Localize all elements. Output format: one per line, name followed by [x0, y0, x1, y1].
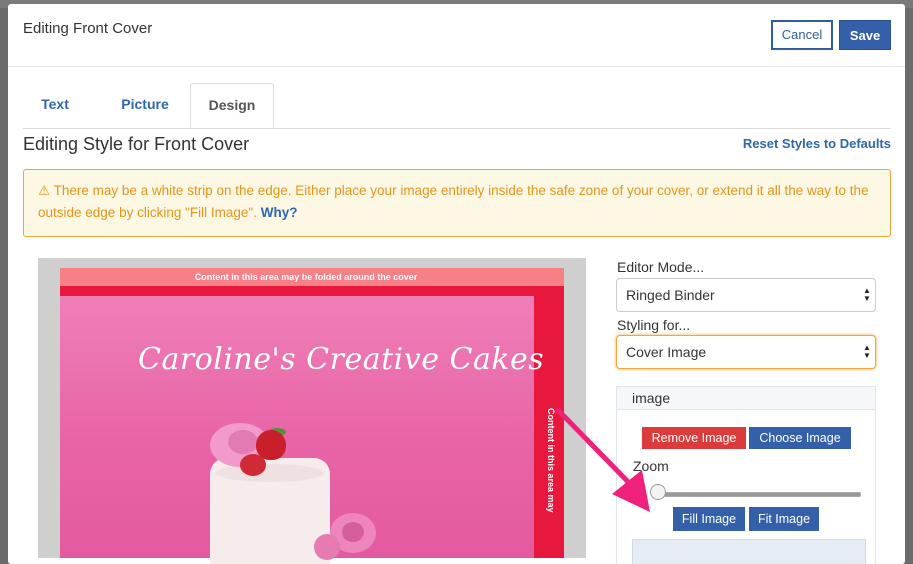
strawberry-decoration	[240, 454, 266, 476]
cover-title: Caroline's Creative Cakes	[138, 342, 545, 377]
styling-for-label: Styling for...	[617, 317, 691, 333]
edit-cover-modal: Editing Front Cover Cancel Save Text Pic…	[8, 4, 905, 564]
tab-design[interactable]: Design	[190, 83, 274, 128]
image-panel-heading: image	[617, 387, 875, 410]
warning-alert: ⚠ There may be a white strip on the edge…	[23, 169, 891, 237]
rose-decoration	[314, 534, 340, 560]
choose-image-button[interactable]: Choose Image	[749, 427, 851, 449]
fit-image-button[interactable]: Fit Image	[749, 507, 819, 531]
rose-center	[228, 430, 258, 454]
zoom-label: Zoom	[633, 458, 669, 474]
warning-triangle-icon: ⚠	[38, 183, 51, 198]
image-panel-subsection	[632, 539, 866, 564]
editor-mode-label: Editor Mode...	[617, 259, 705, 275]
select-caret-icon: ▲ ▼	[863, 286, 871, 303]
fold-top-text: Content in this area may be folded aroun…	[194, 272, 418, 282]
modal-title: Editing Front Cover	[23, 20, 153, 37]
rose-center	[342, 522, 364, 542]
fill-image-button[interactable]: Fill Image	[673, 507, 745, 531]
styling-for-select[interactable]: Cover Image ▲ ▼	[616, 335, 876, 369]
styling-for-value: Cover Image	[626, 344, 707, 360]
image-panel: image Remove Image Choose Image Zoom Fil…	[616, 386, 876, 564]
tab-picture[interactable]: Picture	[101, 83, 189, 127]
cake-top	[216, 464, 324, 482]
cancel-button[interactable]: Cancel	[771, 20, 833, 50]
fold-side-text: Content in this area may	[546, 408, 556, 513]
editor-mode-value: Ringed Binder	[626, 287, 715, 303]
reset-styles-link[interactable]: Reset Styles to Defaults	[743, 136, 891, 151]
section-title: Editing Style for Front Cover	[23, 134, 250, 154]
remove-image-button[interactable]: Remove Image	[642, 427, 746, 449]
save-button[interactable]: Save	[839, 20, 891, 50]
zoom-slider-handle[interactable]	[650, 484, 666, 500]
why-link[interactable]: Why?	[261, 205, 298, 220]
select-caret-icon: ▲ ▼	[863, 343, 871, 360]
cover-preview[interactable]: Content in this area may be folded aroun…	[38, 258, 586, 564]
warning-text: There may be a white strip on the edge. …	[38, 183, 869, 220]
tab-bar: Text Picture Design	[23, 83, 891, 129]
zoom-slider-track[interactable]	[655, 492, 861, 497]
editor-mode-select[interactable]: Ringed Binder ▲ ▼	[616, 278, 876, 312]
header-divider	[8, 66, 905, 67]
tab-text[interactable]: Text	[23, 83, 87, 127]
